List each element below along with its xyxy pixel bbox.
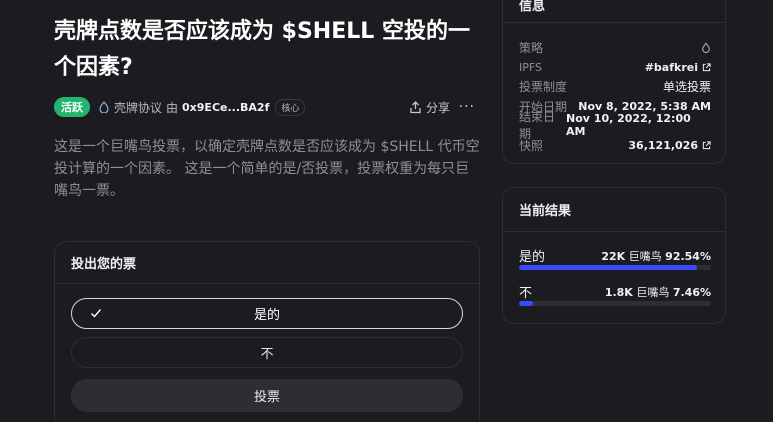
info-key: 投票制度 [519, 79, 568, 94]
check-icon [91, 309, 102, 318]
info-card: 信息 策略 IPFS #bafkrei 投票制度 单选投票 开始日期 Nov 8… [502, 0, 726, 164]
result-unit: 巨嘴鸟 [628, 249, 662, 263]
vote-card: 投出您的票 是的 不 投票 [54, 241, 480, 422]
info-row-strategy: 策略 [519, 39, 711, 55]
result-row-yes: 是的 22K 巨嘴鸟 92.54% [519, 246, 711, 266]
results-card-heading: 当前结果 [503, 188, 725, 232]
vote-option-label: 是的 [253, 308, 280, 323]
result-unit: 巨嘴鸟 [636, 285, 670, 299]
results-card: 当前结果 是的 22K 巨嘴鸟 92.54% 不 1.8K 巨嘴鸟 7.46% [502, 187, 726, 324]
result-label: 不 [519, 286, 533, 301]
result-bar-fill [519, 265, 697, 270]
info-key: 快照 [519, 138, 544, 153]
share-icon [410, 100, 421, 113]
proposal-description: 这是一个巨嘴鸟投票，以确定壳牌点数是否应该成为 $SHELL 代币空投计算的一个… [54, 139, 480, 199]
external-link-icon [702, 62, 711, 71]
info-row-end-date: 结束日期 Nov 10, 2022, 12:00 AM [519, 110, 711, 141]
status-badge: 活跃 [54, 97, 90, 117]
info-value: Nov 8, 2022, 5:38 AM [578, 99, 711, 113]
droplet-icon[interactable] [98, 101, 110, 113]
info-card-heading: 信息 [503, 0, 725, 23]
share-button[interactable]: 分享 [409, 99, 450, 116]
share-label: 分享 [425, 100, 450, 115]
result-amount: 22K [601, 249, 626, 263]
result-percent: 7.46% [672, 285, 711, 299]
droplet-icon[interactable] [701, 42, 711, 53]
result-amount: 1.8K [604, 285, 633, 299]
info-value: Nov 10, 2022, 12:00 AM [566, 112, 691, 138]
author-role-badge: 核心 [275, 98, 306, 116]
result-row-no: 不 1.8K 巨嘴鸟 7.46% [519, 282, 711, 302]
info-row-ipfs: IPFS #bafkrei [519, 59, 711, 75]
result-label: 是的 [519, 250, 546, 265]
result-bar-fill [519, 301, 534, 306]
proposal-meta: 活跃 壳牌协议 由 0x9ECe...BA2f 核心 分享 ··· [54, 96, 480, 118]
vote-submit-button[interactable]: 投票 [71, 379, 463, 412]
info-value: #bafkrei [644, 60, 698, 74]
proposal-title: 壳牌点数是否应该成为 $SHELL 空投的一个因素? [54, 19, 470, 80]
info-value: 单选投票 [662, 79, 711, 94]
info-value: 36,121,026 [628, 138, 698, 152]
info-key: 策略 [519, 40, 544, 55]
by-label: 由 [166, 100, 179, 115]
info-row-snapshot: 快照 36,121,026 [519, 137, 711, 153]
result-bar-yes [519, 265, 711, 270]
vote-option-yes[interactable]: 是的 [71, 298, 463, 329]
vote-option-label: 不 [260, 347, 274, 362]
author-link[interactable]: 0x9ECe...BA2f [182, 101, 269, 114]
vote-option-no[interactable]: 不 [71, 337, 463, 368]
info-row-voting-system: 投票制度 单选投票 [519, 78, 711, 94]
ipfs-link[interactable]: #bafkrei [645, 61, 711, 74]
snapshot-link[interactable]: 36,121,026 [628, 139, 711, 152]
external-link-icon [702, 140, 711, 149]
vote-card-heading: 投出您的票 [55, 242, 479, 284]
more-options-button[interactable]: ··· [459, 99, 475, 115]
result-bar-no [519, 301, 711, 306]
space-name-link[interactable]: 壳牌协议 [114, 99, 162, 116]
info-key: IPFS [519, 60, 542, 74]
result-percent: 92.54% [665, 249, 711, 263]
